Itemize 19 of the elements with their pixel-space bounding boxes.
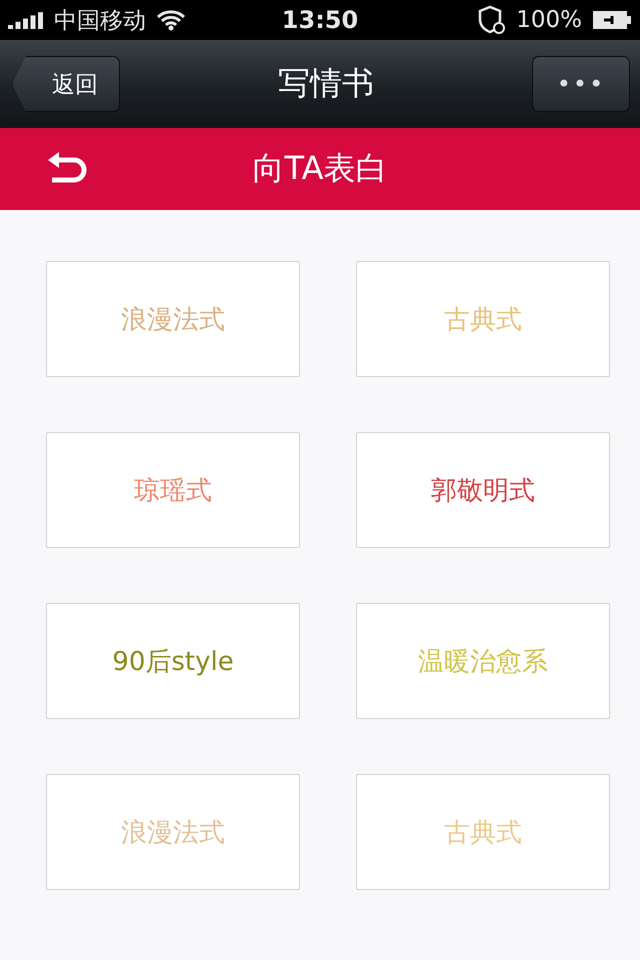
page-title: 写情书 bbox=[278, 63, 374, 104]
wifi-icon bbox=[156, 9, 186, 31]
back-button[interactable]: 返回 bbox=[12, 56, 120, 112]
carrier-name: 中国移动 bbox=[54, 6, 146, 36]
style-option[interactable]: 浪漫法式 bbox=[46, 261, 300, 377]
more-button[interactable]: ••• bbox=[532, 56, 630, 112]
signal-icon bbox=[8, 11, 44, 29]
style-option[interactable]: 古典式 bbox=[356, 774, 610, 890]
style-option[interactable]: 古典式 bbox=[356, 261, 610, 377]
style-option[interactable]: 浪漫法式 bbox=[46, 774, 300, 890]
style-option[interactable]: 90后style bbox=[46, 603, 300, 719]
battery-icon bbox=[592, 10, 632, 30]
clock-time: 13:50 bbox=[282, 6, 358, 34]
section-title: 向TA表白 bbox=[252, 148, 388, 189]
style-option[interactable]: 琼瑶式 bbox=[46, 432, 300, 548]
style-option[interactable]: 郭敬明式 bbox=[356, 432, 610, 548]
shield-icon bbox=[476, 5, 506, 35]
battery-percent: 100% bbox=[516, 7, 582, 33]
style-option[interactable]: 温暖治愈系 bbox=[356, 603, 610, 719]
